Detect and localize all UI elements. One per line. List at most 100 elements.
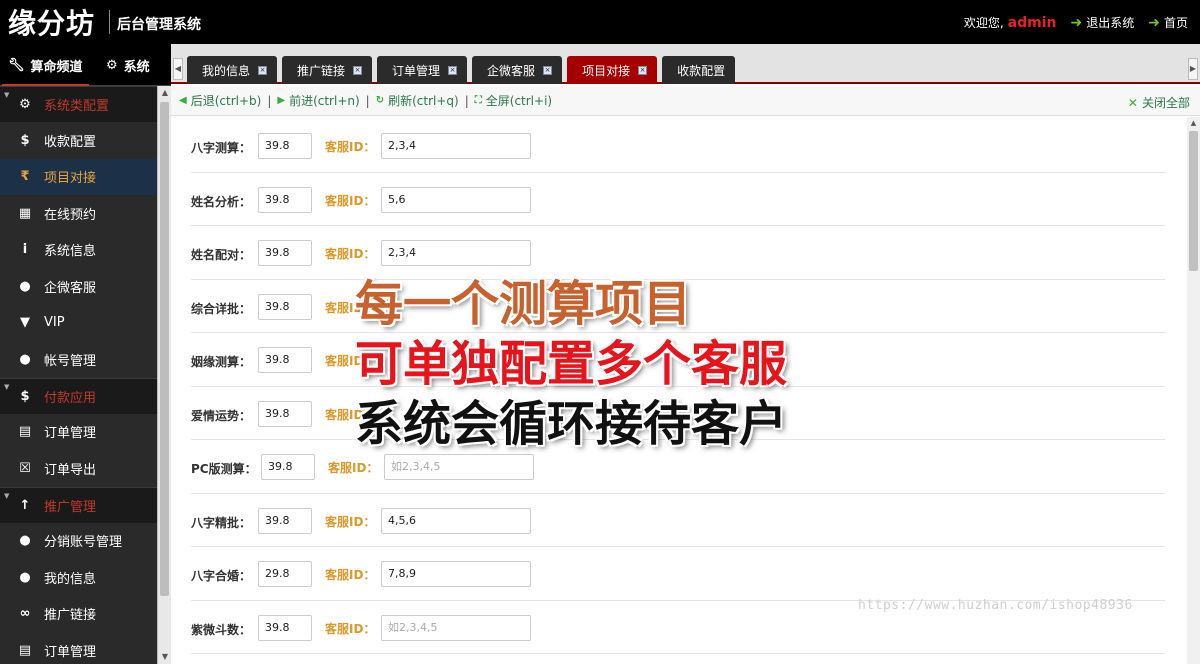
tab-payment-config[interactable]: 收款配置 <box>662 56 736 84</box>
tab-scroll-right-icon[interactable]: ▶ <box>1188 58 1198 80</box>
book-icon: ▤ <box>18 424 32 440</box>
tab-my-info[interactable]: 我的信息 × <box>187 56 278 84</box>
price-input[interactable]: 39.8 <box>258 133 312 159</box>
sidebar-item-system-info[interactable]: i 系统信息 <box>0 232 157 269</box>
tab-wecom-service[interactable]: 企微客服 × <box>472 56 563 84</box>
sidebar-tab-fortune[interactable]: 🔧︎ 算命频道 <box>2 56 89 87</box>
sidebar-tab-system[interactable]: ⚙ 系统 <box>106 56 150 75</box>
sidebar-tab-label: 算命频道 <box>30 60 83 75</box>
logo-divider <box>109 10 110 34</box>
cs-id-label: 客服ID： <box>325 568 376 582</box>
fullscreen-label: 全屏(ctrl+i) <box>485 94 553 108</box>
cs-id-input[interactable]: 2,3,4 <box>381 133 531 159</box>
dollar-icon: $ <box>20 132 30 148</box>
price-input[interactable]: 39.8 <box>258 240 312 266</box>
sidebar-group-promotion[interactable]: ▼ ↑ 推广管理 <box>0 486 157 523</box>
tab-label: 推广链接 <box>297 63 346 78</box>
sidebar-item-promo-orders[interactable]: ▤ 订单管理 <box>0 632 157 664</box>
sidebar-item-label: VIP <box>44 315 65 331</box>
content-scrollbar[interactable]: ▲ <box>1187 117 1200 664</box>
tab-orders[interactable]: 订单管理 × <box>377 56 468 84</box>
sidebar-item-booking[interactable]: ▦ 在线预约 <box>0 195 157 232</box>
close-all-button[interactable]: ✕ 关闭全部 <box>1128 94 1190 111</box>
tab-label: 企微客服 <box>487 63 536 78</box>
cs-id-label: 客服ID： <box>328 461 379 475</box>
project-label: 八字精批： <box>191 515 252 530</box>
logout-icon[interactable]: ➜ <box>1071 15 1083 31</box>
scroll-thumb[interactable] <box>1189 131 1198 271</box>
cs-id-input[interactable]: 4,5,6 <box>381 507 531 534</box>
tab-project-docking[interactable]: 项目对接 × <box>567 56 658 84</box>
sidebar-item-label: 订单管理 <box>44 644 97 660</box>
home-icon[interactable]: ➜ <box>1148 15 1160 31</box>
link-icon: ∞ <box>19 606 31 622</box>
price-input[interactable]: 39.8 <box>258 614 312 641</box>
user-icon: ● <box>19 569 31 585</box>
sidebar-group-payment-apps[interactable]: ▼ $ 付款应用 <box>0 377 157 414</box>
close-icon[interactable]: × <box>258 65 268 75</box>
sidebar-item-payment-config[interactable]: $ 收款配置 <box>0 122 157 159</box>
price-input[interactable]: 29.8 <box>258 561 312 587</box>
project-label: PC版测算： <box>191 462 257 476</box>
cs-id-input[interactable]: 7,8,9 <box>381 561 531 587</box>
logout-link[interactable]: 退出系统 <box>1086 14 1134 31</box>
cs-id-input[interactable]: 如2,3,4,5 <box>381 614 531 641</box>
cs-id-input[interactable]: 如2,3,4,5 <box>384 454 534 480</box>
sidebar-item-project-docking[interactable]: ₹ 项目对接 <box>0 158 157 195</box>
scroll-up-arrow-icon[interactable]: ▲ <box>158 86 172 100</box>
price-input[interactable]: 39.8 <box>258 293 312 320</box>
sidebar-item-my-info[interactable]: ● 我的信息 <box>0 559 157 596</box>
cs-id-label: 客服ID： <box>325 514 376 529</box>
price-input[interactable]: 39.8 <box>258 507 312 534</box>
project-label: 八字测算： <box>191 141 252 155</box>
forward-button[interactable]: ▶ 前进(ctrl+n) <box>277 92 359 109</box>
toolbar: ◀ 后退(ctrl+b) | ▶ 前进(ctrl+n) | ↻ 刷新(ctrl+… <box>171 86 1200 116</box>
sidebar-item-distribution-accounts[interactable]: ● 分销账号管理 <box>0 523 157 560</box>
caret-icon: ▼ <box>4 382 10 391</box>
dollar-icon: $ <box>20 388 30 404</box>
sidebar-item-order-export[interactable]: ☒ 订单导出 <box>0 450 157 487</box>
form-row: 综合详批： 39.8 客服ID： <box>191 280 1165 333</box>
close-icon[interactable]: × <box>638 65 648 75</box>
back-button[interactable]: ◀ 后退(ctrl+b) <box>179 92 261 109</box>
up-arrow-icon: ↑ <box>19 497 31 513</box>
sidebar-item-orders[interactable]: ▤ 订单管理 <box>0 414 157 451</box>
back-label: 后退(ctrl+b) <box>190 94 262 108</box>
close-icon[interactable]: × <box>543 65 553 75</box>
sidebar-item-label: 在线预约 <box>44 207 97 223</box>
form-row: 八字测算： 39.8 客服ID： 2,3,4 <box>191 119 1165 173</box>
close-icon[interactable]: × <box>448 65 458 75</box>
sidebar-item-account[interactable]: ● 帐号管理 <box>0 341 157 378</box>
price-input[interactable]: 39.8 <box>258 186 312 213</box>
close-x-icon: ✕ <box>1127 95 1138 110</box>
calendar-icon: ▦ <box>18 205 32 221</box>
form-row: 姓名分析： 39.8 客服ID： 5,6 <box>191 173 1165 226</box>
book-icon: ▤ <box>18 642 32 658</box>
close-icon[interactable]: × <box>353 65 363 75</box>
sidebar-item-label: 收款配置 <box>44 134 97 150</box>
price-input[interactable]: 39.8 <box>258 347 312 373</box>
tab-scroll-left-icon[interactable]: ◀ <box>173 58 183 80</box>
cs-id-input[interactable]: 2,3,4 <box>381 240 531 266</box>
fullscreen-button[interactable]: ⛶ 全屏(ctrl+i) <box>475 92 552 109</box>
user-area: 欢迎您, admin ➜ 退出系统 ➜ 首页 <box>964 14 1188 31</box>
scroll-down-arrow-icon[interactable]: ▼ <box>158 650 172 664</box>
scroll-thumb[interactable] <box>160 102 169 596</box>
sidebar-item-wecom-service[interactable]: ● 企微客服 <box>0 268 157 305</box>
refresh-button[interactable]: ↻ 刷新(ctrl+q) <box>376 92 459 109</box>
home-link[interactable]: 首页 <box>1164 14 1188 31</box>
price-input[interactable]: 39.8 <box>258 400 312 427</box>
tab-promo-link[interactable]: 推广链接 × <box>282 56 373 84</box>
sidebar-scrollbar[interactable]: ▲ ▼ <box>157 86 171 664</box>
sidebar-item-vip[interactable]: ▼ VIP <box>0 305 157 342</box>
toolbar-divider: | <box>267 93 272 108</box>
scroll-up-arrow-icon[interactable]: ▲ <box>1187 117 1200 130</box>
price-input[interactable]: 39.8 <box>261 454 315 480</box>
sidebar-group-system-config[interactable]: ▼ ⚙ 系统类配置 <box>0 86 157 122</box>
users-icon: ● <box>19 533 31 549</box>
sidebar-item-label: 帐号管理 <box>44 353 97 369</box>
cs-id-input[interactable]: 5,6 <box>381 186 531 213</box>
sidebar-item-label: 企微客服 <box>44 280 97 296</box>
sidebar-item-promo-link[interactable]: ∞ 推广链接 <box>0 596 157 633</box>
toolbar-divider: | <box>464 93 469 108</box>
